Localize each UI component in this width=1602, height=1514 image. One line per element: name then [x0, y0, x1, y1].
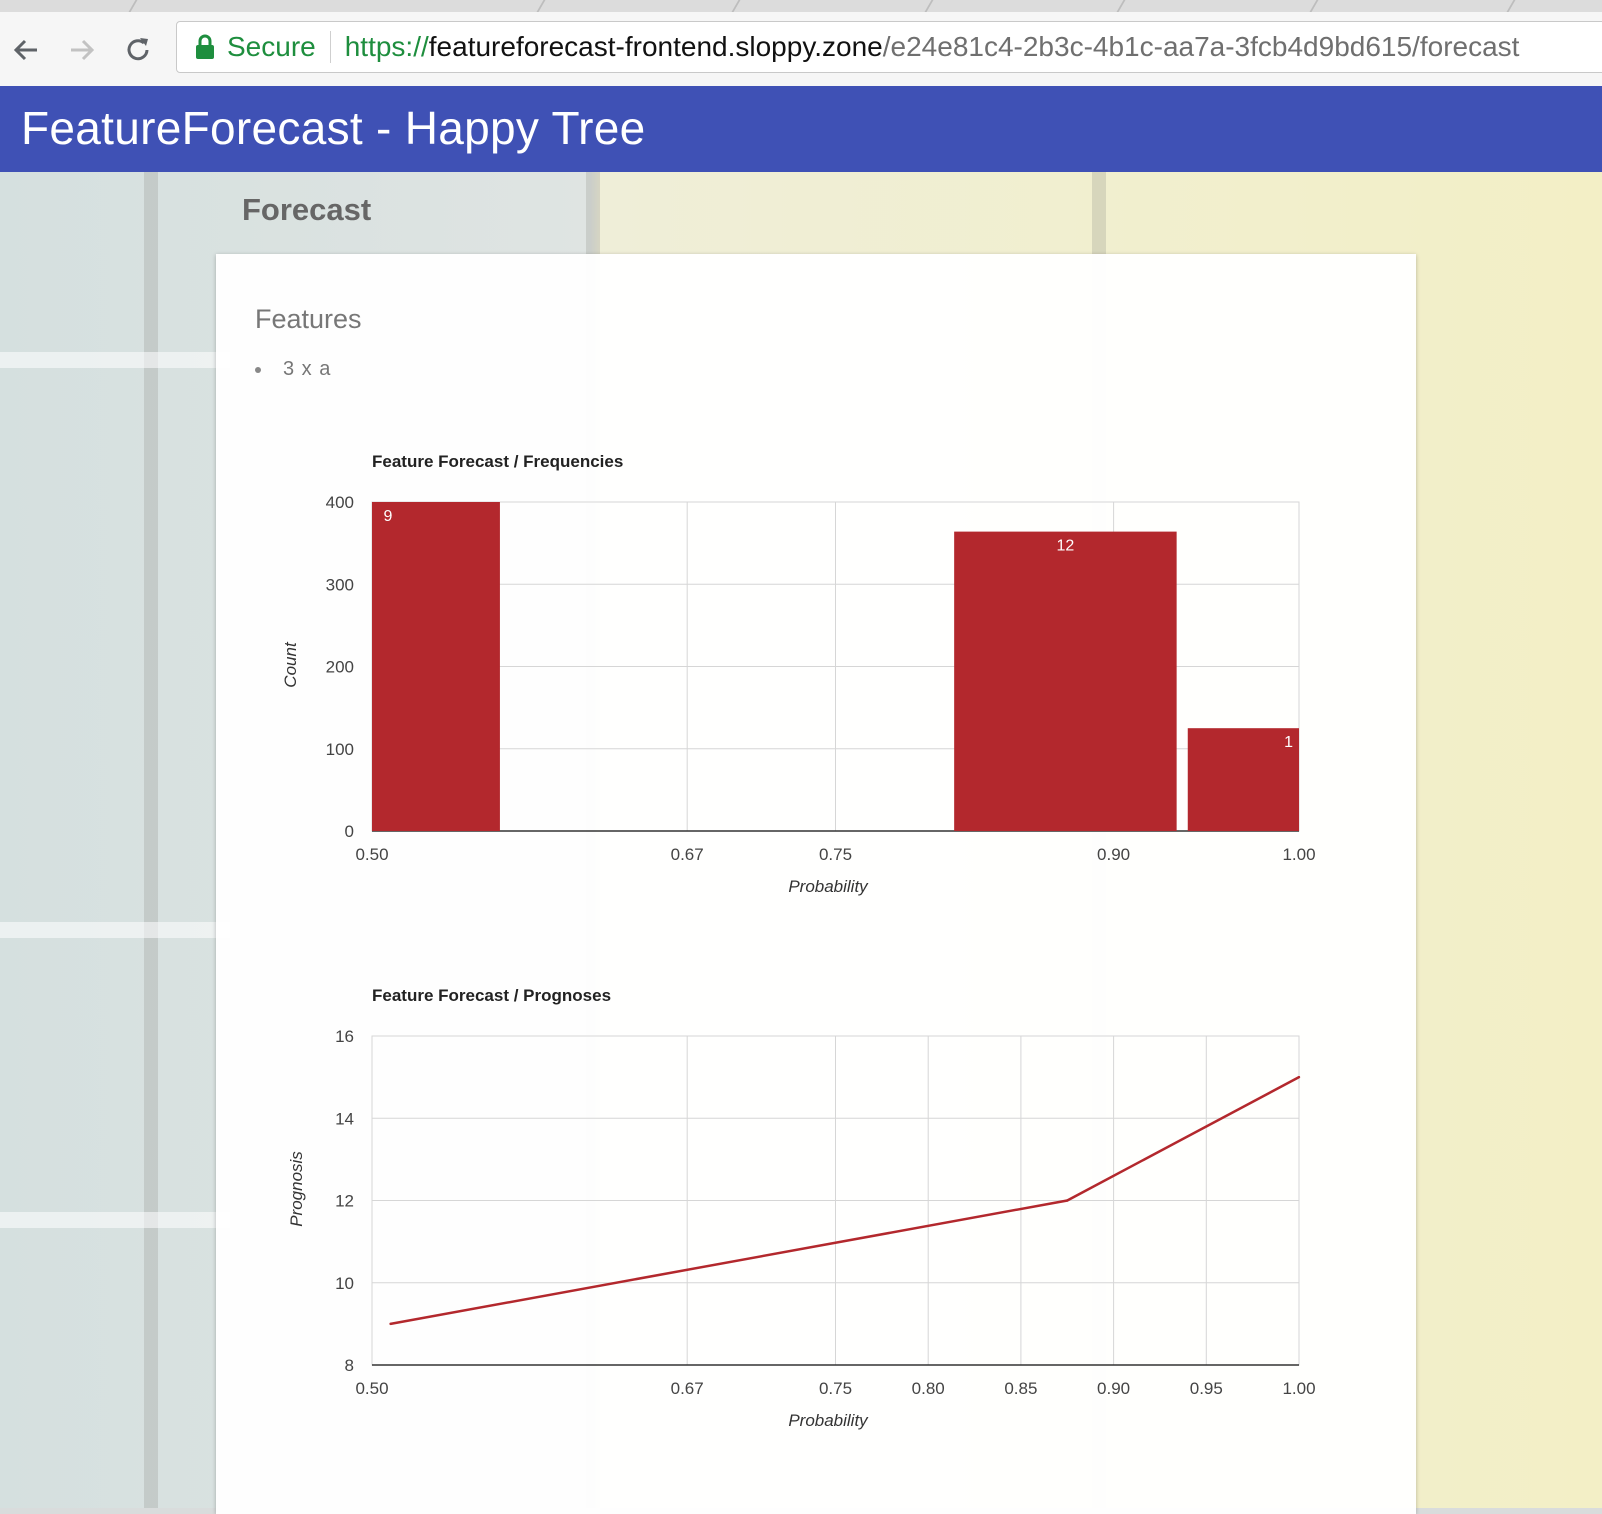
- address-separator: [329, 31, 331, 63]
- y-tick-label: 400: [326, 493, 354, 512]
- chart-gridlines: [371, 1035, 1300, 1366]
- back-button[interactable]: [8, 32, 44, 68]
- y-tick-label: 10: [335, 1274, 354, 1293]
- section-title: Forecast: [242, 192, 372, 227]
- feature-label: 3 x a: [283, 358, 332, 380]
- y-tick-label: 100: [326, 740, 354, 759]
- app-bar: FeatureForecast - Happy Tree: [0, 86, 1602, 172]
- url-scheme: https://: [344, 31, 429, 62]
- y-tick-label: 200: [326, 658, 354, 677]
- chart-bar: [954, 531, 1177, 831]
- x-tick-label: 0.50: [355, 845, 388, 864]
- y-tick-label: 14: [335, 1109, 354, 1128]
- x-axis-ticks: 0.50 0.67 0.75 0.80 0.85 0.90 0.95 1.00: [355, 1379, 1315, 1398]
- reload-button[interactable]: [120, 32, 156, 68]
- tab-divider: [1506, 0, 1516, 12]
- app-title: FeatureForecast - Happy Tree: [21, 102, 646, 154]
- y-axis-ticks: 0 100 200 300 400: [326, 493, 354, 841]
- secure-label: Secure: [227, 31, 316, 62]
- x-tick-label: 0.75: [819, 845, 852, 864]
- chart-bar: [372, 502, 500, 831]
- back-arrow-icon: [13, 39, 37, 61]
- frequencies-chart: Feature Forecast / Frequencies 9 12 1 0 100…: [281, 452, 1316, 896]
- x-tick-label: 0.67: [671, 845, 704, 864]
- y-axis-label: Prognosis: [287, 1151, 306, 1227]
- y-tick-label: 300: [326, 575, 354, 594]
- bar-data-label: 9: [384, 508, 393, 525]
- x-tick-label: 0.67: [671, 1379, 704, 1398]
- tab-divider: [1309, 0, 1319, 12]
- x-tick-label: 0.95: [1190, 1379, 1223, 1398]
- data-point: [389, 1322, 392, 1326]
- forecast-card: Features 3 x a Feature Forecast / Freque…: [216, 254, 1416, 1514]
- data-point: [1066, 1199, 1069, 1202]
- bar-data-label: 1: [1284, 734, 1293, 751]
- tab-divider: [731, 0, 741, 12]
- features-heading: Features: [255, 304, 362, 334]
- x-tick-label: 1.00: [1282, 845, 1315, 864]
- x-axis-label: Probability: [788, 877, 869, 896]
- tab-divider: [128, 0, 138, 12]
- data-point: [1297, 1075, 1301, 1079]
- board-divider: [0, 352, 230, 368]
- x-axis-label: Probability: [788, 1411, 869, 1430]
- address-bar[interactable]: Secure https://featureforecast-frontend.…: [176, 21, 1602, 73]
- x-tick-label: 0.85: [1004, 1379, 1037, 1398]
- x-tick-label: 0.80: [912, 1379, 945, 1398]
- tab-divider: [1116, 0, 1126, 12]
- prognoses-chart: Feature Forecast / Prognoses 8 10 12 14 16 0…: [287, 986, 1316, 1430]
- y-tick-label: 16: [335, 1027, 354, 1046]
- x-tick-label: 0.90: [1097, 1379, 1130, 1398]
- bar-data-label: 12: [1056, 538, 1074, 555]
- x-tick-label: 1.00: [1282, 1379, 1315, 1398]
- board-divider: [0, 1212, 230, 1228]
- x-tick-label: 0.50: [355, 1379, 388, 1398]
- chart-title: Feature Forecast / Prognoses: [372, 986, 611, 1005]
- y-axis-ticks: 8 10 12 14 16: [335, 1027, 354, 1375]
- tab-divider: [536, 0, 546, 12]
- y-tick-label: 8: [345, 1356, 354, 1375]
- list-item: 3 x a: [255, 358, 331, 381]
- lock-icon: [196, 34, 214, 59]
- y-axis-label: Count: [281, 641, 300, 688]
- url-host: featureforecast-frontend.sloppy.zone: [428, 31, 883, 62]
- chart-title: Feature Forecast / Frequencies: [372, 452, 623, 471]
- forward-arrow-icon: [71, 39, 95, 61]
- x-tick-label: 0.90: [1097, 845, 1130, 864]
- browser-toolbar: Secure https://featureforecast-frontend.…: [0, 12, 1602, 87]
- board-divider: [144, 172, 158, 1508]
- url-path: /e24e81c4-2b3c-4b1c-aa7a-3fcb4d9bd615/fo…: [882, 31, 1520, 62]
- x-tick-label: 0.75: [819, 1379, 852, 1398]
- reload-icon: [127, 38, 149, 61]
- bullet-icon: [255, 366, 261, 373]
- x-axis-ticks: 0.50 0.67 0.75 0.90 1.00: [355, 845, 1315, 864]
- y-tick-label: 0: [345, 822, 354, 841]
- chart-bar: [1187, 728, 1299, 831]
- y-tick-label: 12: [335, 1192, 354, 1211]
- board-divider: [0, 922, 230, 938]
- features-list: 3 x a: [255, 358, 331, 381]
- forward-button[interactable]: [64, 32, 100, 68]
- tab-divider: [924, 0, 934, 12]
